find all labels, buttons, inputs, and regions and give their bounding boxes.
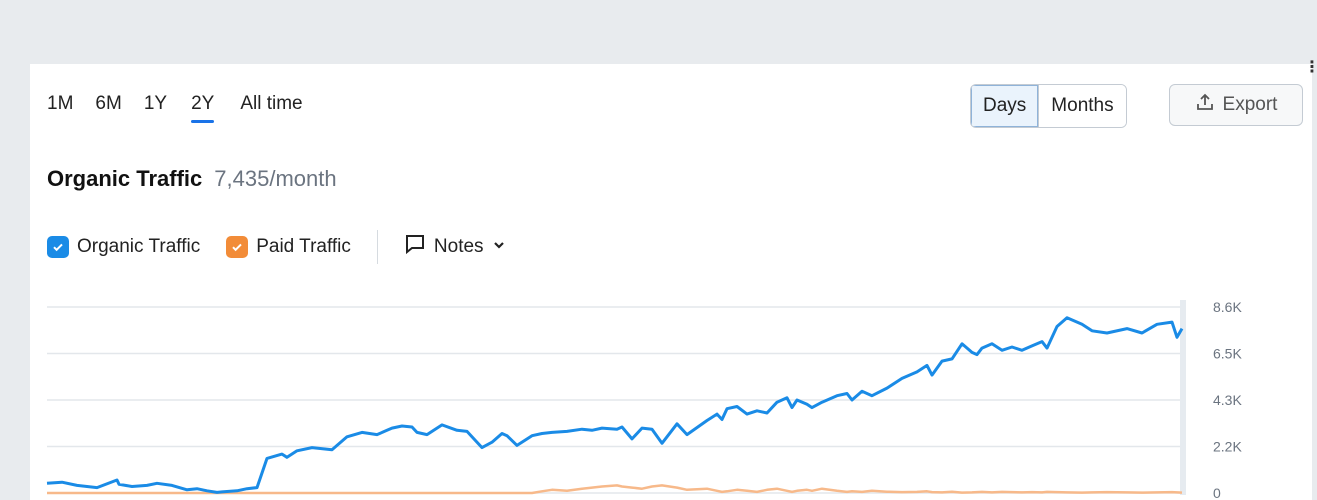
y-tick-label: 6.5K [1213, 346, 1242, 362]
y-tick-label: 8.6K [1213, 299, 1242, 315]
y-tick-label: 4.3K [1213, 392, 1242, 408]
organic-traffic-series-line [46, 316, 1184, 494]
y-tick-label: 2.2K [1213, 439, 1242, 455]
y-tick-label: 0 [1213, 485, 1221, 500]
traffic-line-chart: 0 2.2K 4.3K 6.5K 8.6K [46, 299, 1242, 500]
